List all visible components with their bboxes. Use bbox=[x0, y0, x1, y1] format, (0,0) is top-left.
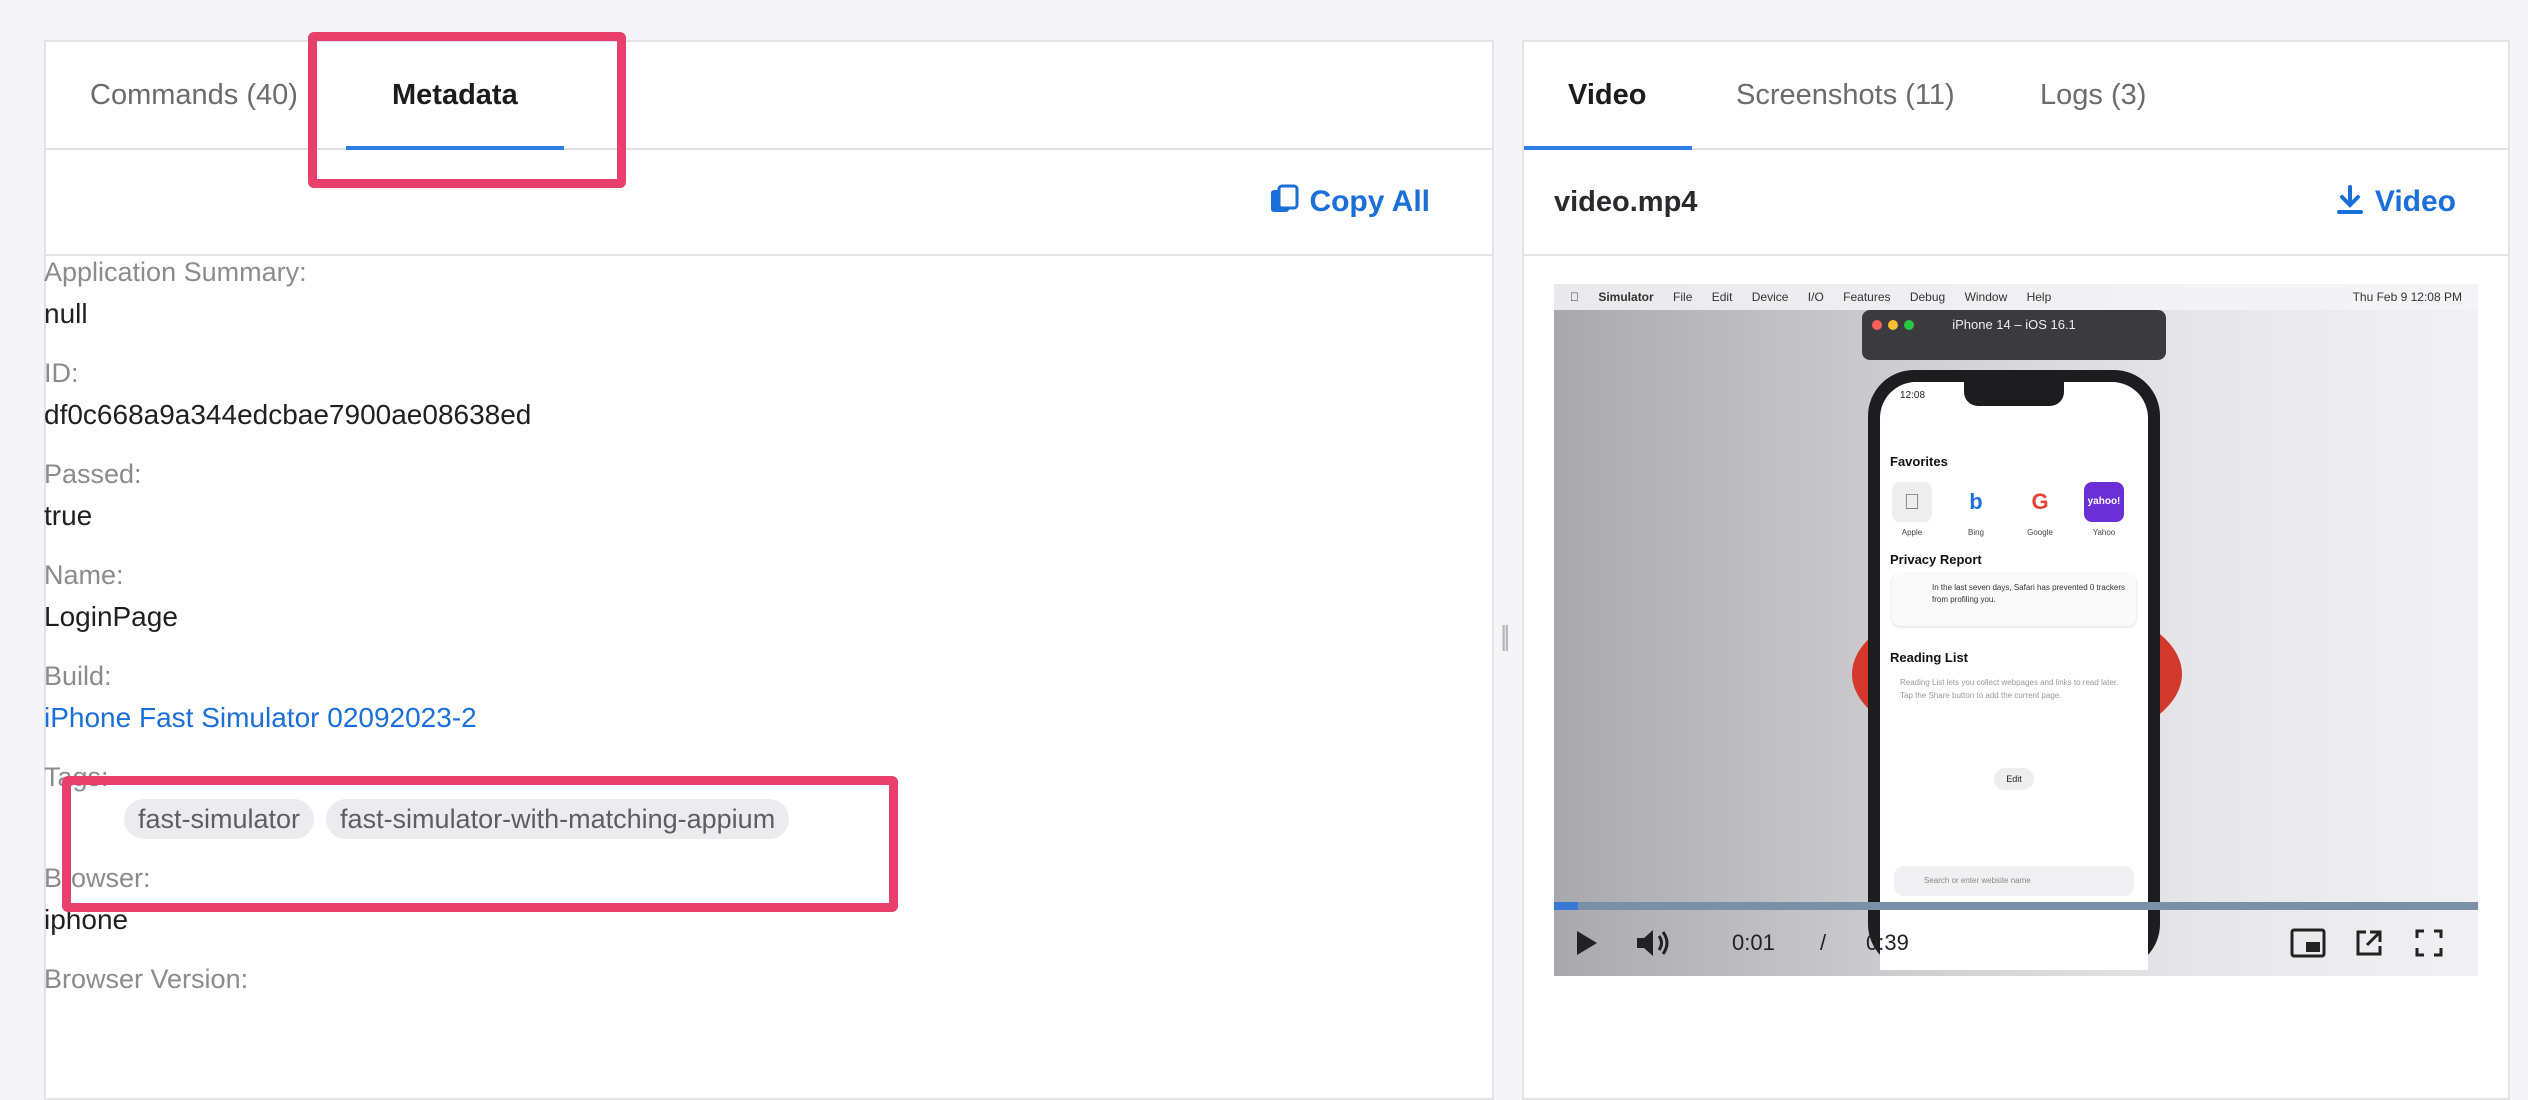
meta-id: ID: df0c668a9a344edcbae7900ae08638ed bbox=[44, 353, 789, 454]
menu-item: Device bbox=[1739, 290, 1789, 304]
meta-browser-version: Browser Version: bbox=[44, 959, 789, 1060]
play-icon bbox=[1577, 931, 1597, 955]
fullscreen-button[interactable] bbox=[2414, 910, 2444, 976]
video-panel: Video Screenshots (11) Logs (3) video.mp… bbox=[1522, 40, 2510, 1100]
video-controls: 0:01 / 0:39 bbox=[1554, 910, 2478, 976]
mute-button[interactable] bbox=[1634, 910, 1674, 976]
open-external-button[interactable] bbox=[2354, 910, 2384, 976]
menu-item: File bbox=[1660, 290, 1692, 304]
apple-icon:  bbox=[1570, 290, 1579, 304]
metadata-list: Application Summary: null ID: df0c668a9a… bbox=[44, 252, 790, 1060]
reading-list-text: Reading List lets you collect webpages a… bbox=[1900, 678, 2119, 700]
play-button[interactable] bbox=[1572, 910, 1600, 976]
video-filename: video.mp4 bbox=[1554, 186, 1698, 218]
tab-commands[interactable]: Commands (40) bbox=[90, 42, 298, 148]
menu-item: Debug bbox=[1897, 290, 1945, 304]
meta-value: true bbox=[44, 500, 93, 531]
metadata-tab-highlight bbox=[308, 32, 626, 188]
meta-label: Browser Version: bbox=[44, 964, 249, 994]
apple-favorite-icon:  bbox=[1892, 482, 1932, 522]
meta-name: Name: LoginPage bbox=[44, 555, 789, 656]
zoom-dot-icon bbox=[1904, 320, 1914, 330]
menu-item: Window bbox=[1952, 290, 2008, 304]
meta-value: LoginPage bbox=[44, 601, 178, 632]
download-icon bbox=[2336, 185, 2363, 215]
video-progress-bar[interactable] bbox=[1554, 902, 2478, 910]
simulator-window-title: iPhone 14 – iOS 16.1 bbox=[1862, 310, 2166, 360]
video-toolbar: video.mp4 Video bbox=[1524, 150, 2508, 256]
favorite-label: Apple bbox=[1901, 528, 1923, 537]
tab-video[interactable]: Video bbox=[1568, 42, 1646, 148]
yahoo-favorite-icon: yahoo! bbox=[2084, 482, 2124, 522]
google-favorite-icon: G bbox=[2020, 482, 2060, 522]
favorites-heading: Favorites bbox=[1890, 454, 1948, 469]
meta-label: Name: bbox=[44, 560, 124, 590]
download-video-label: Video bbox=[2374, 185, 2456, 218]
window-title-text: iPhone 14 – iOS 16.1 bbox=[1952, 317, 2076, 332]
time-separator: / bbox=[1820, 930, 1827, 955]
metadata-toolbar: Copy All bbox=[46, 150, 1492, 256]
meta-application-summary: Application Summary: null bbox=[44, 252, 789, 353]
video-player[interactable]:  Simulator File Edit Device I/O Feature… bbox=[1554, 284, 2478, 976]
tab-logs[interactable]: Logs (3) bbox=[2040, 42, 2146, 148]
close-dot-icon bbox=[1872, 320, 1882, 330]
minimize-dot-icon bbox=[1888, 320, 1898, 330]
meta-value: df0c668a9a344edcbae7900ae08638ed bbox=[44, 399, 532, 430]
menu-item: I/O bbox=[1795, 290, 1824, 304]
menu-item: Features bbox=[1830, 290, 1890, 304]
privacy-report-card: In the last seven days, Safari has preve… bbox=[1892, 574, 2136, 626]
external-link-icon bbox=[2356, 930, 2382, 956]
tab-screenshots[interactable]: Screenshots (11) bbox=[1736, 42, 1955, 148]
privacy-text: In the last seven days, Safari has preve… bbox=[1932, 583, 2125, 604]
picture-in-picture-button[interactable] bbox=[2290, 910, 2326, 976]
video-progress-fill bbox=[1554, 902, 1579, 910]
edit-button: Edit bbox=[1994, 768, 2034, 790]
iphone-frame: 12:08 Favorites  b G yahoo! Apple Bing … bbox=[1868, 370, 2160, 970]
phone-notch bbox=[1964, 382, 2064, 406]
simulator-menubar:  Simulator File Edit Device I/O Feature… bbox=[1554, 284, 2478, 310]
picture-in-picture-icon bbox=[2290, 928, 2326, 958]
volume-icon bbox=[1637, 930, 1669, 956]
meta-label: Build: bbox=[44, 661, 112, 691]
bing-favorite-icon: b bbox=[1956, 482, 1996, 522]
reading-list-heading: Reading List bbox=[1890, 650, 1969, 665]
menubar-clock: Thu Feb 9 12:08 PM bbox=[2352, 290, 2462, 304]
phone-time: 12:08 bbox=[1900, 390, 1926, 401]
favorite-label: Google bbox=[2027, 528, 2053, 537]
meta-label: Passed: bbox=[44, 459, 142, 489]
menu-item: Edit bbox=[1699, 290, 1733, 304]
meta-label: ID: bbox=[44, 358, 79, 388]
meta-build: Build: iPhone Fast Simulator 02092023-2 bbox=[44, 656, 789, 757]
tags-highlight bbox=[62, 776, 898, 912]
favorite-label: Yahoo bbox=[2092, 528, 2116, 537]
favorite-label: Bing bbox=[1967, 528, 1984, 537]
panel-resize-handle[interactable]: || bbox=[1500, 620, 1510, 652]
copy-all-button[interactable]: Copy All bbox=[1269, 150, 1430, 254]
safari-search-field: Search or enter website name bbox=[1894, 866, 2134, 896]
meta-passed: Passed: true bbox=[44, 454, 789, 555]
copy-icon bbox=[1271, 184, 1299, 213]
right-tabbar: Video Screenshots (11) Logs (3) bbox=[1524, 42, 2508, 150]
privacy-heading: Privacy Report bbox=[1890, 552, 1982, 567]
download-video-button[interactable]: Video bbox=[2335, 150, 2456, 254]
build-link[interactable]: iPhone Fast Simulator 02092023-2 bbox=[44, 696, 789, 740]
current-time: 0:01 bbox=[1732, 930, 1775, 955]
fullscreen-icon bbox=[2415, 929, 2443, 957]
menu-app-name: Simulator bbox=[1586, 290, 1653, 304]
copy-all-label: Copy All bbox=[1309, 185, 1430, 218]
meta-value: null bbox=[44, 298, 88, 329]
iphone-screen: 12:08 Favorites  b G yahoo! Apple Bing … bbox=[1880, 382, 2148, 970]
meta-label: Application Summary: bbox=[44, 257, 307, 287]
duration: 0:39 bbox=[1866, 930, 1909, 955]
left-tabbar: Commands (40) Metadata bbox=[46, 42, 1492, 150]
menu-item: Help bbox=[2014, 290, 2052, 304]
